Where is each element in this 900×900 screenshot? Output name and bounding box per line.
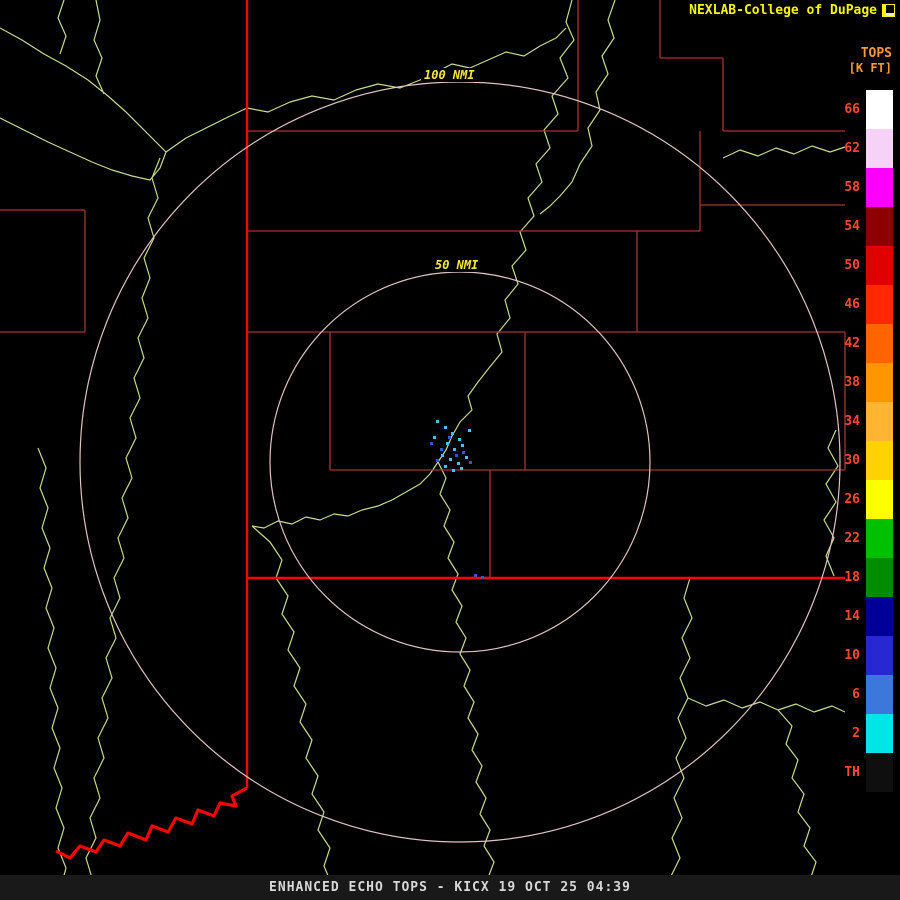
legend-swatch-54 xyxy=(866,207,893,246)
legend-label-58: 58 xyxy=(844,180,860,195)
legend-label-26: 26 xyxy=(844,492,860,507)
legend-swatch-6 xyxy=(866,675,893,714)
color-scale xyxy=(866,90,893,792)
legend-swatch-62 xyxy=(866,129,893,168)
legend-swatch-18 xyxy=(866,558,893,597)
legend-swatch-34 xyxy=(866,402,893,441)
legend-label-18: 18 xyxy=(844,570,860,585)
legend-units: [K FT] xyxy=(848,61,892,75)
legend-label-62: 62 xyxy=(844,141,860,156)
legend-swatch-10 xyxy=(866,636,893,675)
legend-label-10: 10 xyxy=(844,648,860,663)
status-bar: ENHANCED ECHO TOPS - KICX 19 OCT 25 04:3… xyxy=(0,875,900,900)
legend-swatch-14 xyxy=(866,597,893,636)
legend-label-54: 54 xyxy=(844,219,860,234)
legend-label-22: 22 xyxy=(844,531,860,546)
legend-label-6: 6 xyxy=(852,687,860,702)
river-lines xyxy=(0,0,846,900)
radar-map xyxy=(0,0,846,900)
legend-title-block: TOPS [K FT] xyxy=(849,46,892,76)
legend-swatch-th xyxy=(866,753,893,792)
legend-label-2: 2 xyxy=(852,726,860,741)
legend-swatch-30 xyxy=(866,441,893,480)
state-borders xyxy=(55,0,845,860)
legend-label-th: TH xyxy=(844,765,860,780)
range-label-50nmi: 50 NMI xyxy=(432,258,482,272)
legend-swatch-2 xyxy=(866,714,893,753)
legend-swatch-22 xyxy=(866,519,893,558)
source-title: NEXLAB-College of DuPage xyxy=(689,3,877,18)
legend-swatch-58 xyxy=(866,168,893,207)
legend-label-38: 38 xyxy=(844,375,860,390)
cod-logo-icon xyxy=(882,4,895,17)
legend-label-66: 66 xyxy=(844,102,860,117)
product-caption: ENHANCED ECHO TOPS - KICX 19 OCT 25 04:3… xyxy=(269,880,631,895)
legend-label-46: 46 xyxy=(844,297,860,312)
range-label-100nmi: 100 NMI xyxy=(421,68,478,82)
legend-labels: 66 62 58 54 50 46 42 38 34 30 26 22 18 14 10 6 2 TH xyxy=(834,90,860,810)
legend-label-34: 34 xyxy=(844,414,860,429)
legend-label-14: 14 xyxy=(844,609,860,624)
legend-swatch-46 xyxy=(866,285,893,324)
legend-swatch-66 xyxy=(866,90,893,129)
legend-label-42: 42 xyxy=(844,336,860,351)
legend-label-30: 30 xyxy=(844,453,860,468)
legend-swatch-42 xyxy=(866,324,893,363)
county-borders xyxy=(0,0,846,578)
legend-title: TOPS xyxy=(860,46,892,61)
legend-swatch-50 xyxy=(866,246,893,285)
radar-display: NEXLAB-College of DuPage TOPS [K FT] 66 6… xyxy=(0,0,900,900)
precip-echo-layer xyxy=(430,420,484,579)
legend-swatch-38 xyxy=(866,363,893,402)
legend-swatch-26 xyxy=(866,480,893,519)
legend-label-50: 50 xyxy=(844,258,860,273)
source-header: NEXLAB-College of DuPage xyxy=(689,3,895,18)
